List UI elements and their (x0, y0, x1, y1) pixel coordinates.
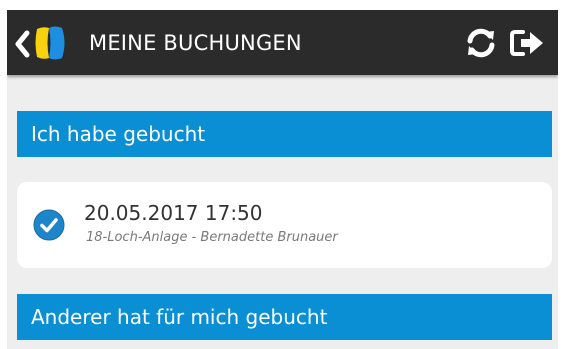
check-circle-icon (33, 209, 65, 241)
chevron-left-icon (15, 30, 30, 58)
app-screen: MEINE BUCHUNGEN Ich habe gebucht 20.05.2… (7, 10, 558, 349)
top-bar: MEINE BUCHUNGEN (7, 10, 558, 75)
section-header-i-booked[interactable]: Ich habe gebucht (17, 111, 552, 157)
booking-datetime: 20.05.2017 17:50 (84, 201, 263, 225)
app-logo-icon (35, 26, 65, 60)
booking-course-and-player: 18-Loch-Anlage - Bernadette Brunauer (86, 230, 338, 245)
logout-icon (510, 30, 543, 56)
refresh-icon (467, 28, 495, 58)
section-header-booked-for-me[interactable]: Anderer hat für mich gebucht (17, 294, 552, 340)
page-title: MEINE BUCHUNGEN (89, 31, 302, 55)
booking-card[interactable]: 20.05.2017 17:50 18-Loch-Anlage - Bernad… (17, 182, 552, 268)
refresh-button[interactable] (463, 25, 499, 61)
logout-button[interactable] (509, 25, 545, 61)
back-button[interactable] (11, 26, 81, 60)
